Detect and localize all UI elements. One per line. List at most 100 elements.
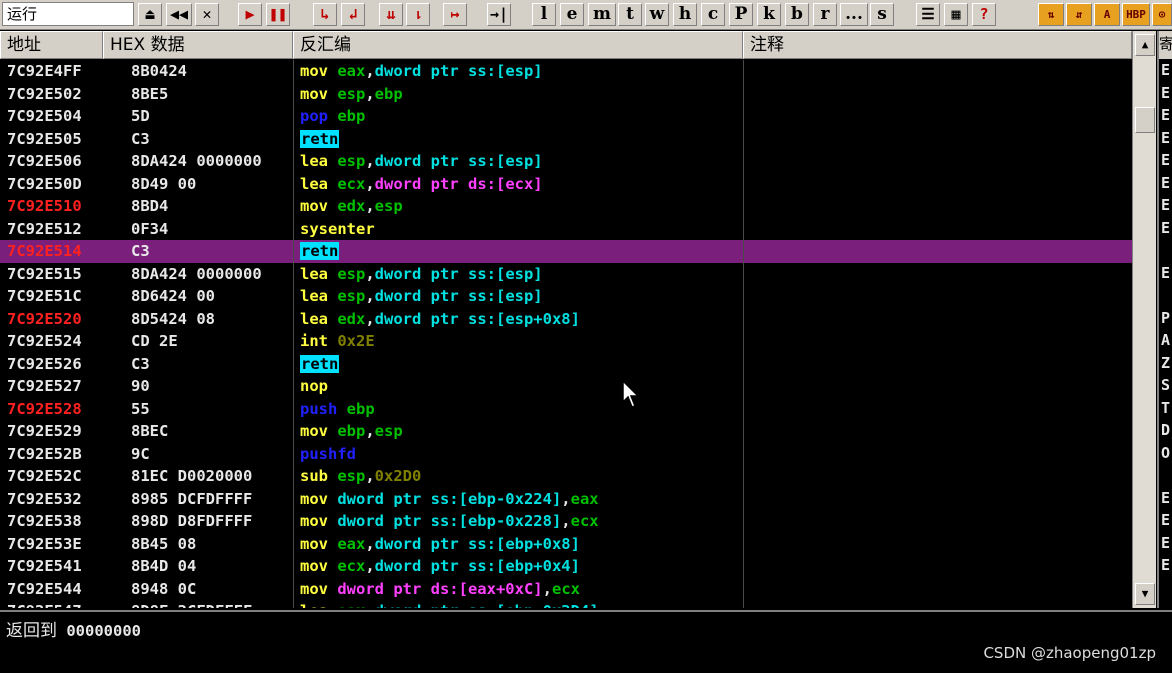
toolbar-button-28[interactable]: ⇵: [1066, 3, 1092, 26]
toolbar-button-19[interactable]: k: [757, 3, 781, 26]
toolbar: 运行 ⏏ ◀◀ ✕ ▶ ❚❚ ↳ ↲ ⇊ ⇂ ↦ →| l e m t w h c Pk b r... s ☰ ▦? ⇅ ⇵ A HB…: [0, 0, 1172, 30]
asm-token: mov: [300, 197, 338, 215]
table-row[interactable]: 7C92E544 8948 0C mov dword ptr ds:[eax+0xC…: [0, 578, 1132, 601]
toolbar-button-2[interactable]: ✕: [195, 3, 219, 26]
row-disasm: retn: [300, 240, 740, 262]
table-row[interactable]: 7C92E504 5D pop ebp: [0, 105, 1132, 128]
scroll-down-icon[interactable]: ▼: [1135, 583, 1155, 605]
register-letter: E: [1161, 83, 1171, 102]
toolbar-button-7[interactable]: ⇊: [379, 3, 403, 26]
toolbar-button-8[interactable]: ⇂: [406, 3, 430, 26]
row-disasm: lea esp,dword ptr ss:[esp]: [300, 285, 740, 307]
asm-token: ,: [542, 579, 552, 598]
table-row[interactable]: 7C92E532 8985 DCFDFFFF mov dword ptr ss:[e…: [0, 488, 1132, 511]
asm-token: ,: [365, 174, 375, 193]
row-address: 7C92E505: [7, 129, 82, 148]
row-disasm: lea esp,dword ptr ss:[esp]: [300, 263, 740, 285]
row-hex: 8B0424: [131, 62, 187, 80]
column-header-hex[interactable]: HEX 数据: [103, 31, 293, 59]
disassembly-grid[interactable]: 7C92E4FF 8B0424 mov eax,dword ptr ss:[esp]…: [0, 60, 1132, 608]
scroll-up-icon[interactable]: ▲: [1135, 34, 1155, 56]
row-address: 7C92E520: [7, 309, 82, 328]
asm-token: 0x2D0: [374, 467, 422, 485]
toolbar-button-20[interactable]: b: [785, 3, 809, 26]
row-hex: 8D5424 08: [131, 309, 215, 328]
column-header-address[interactable]: 地址: [0, 31, 103, 59]
table-row[interactable]: 7C92E52C 81EC D0020000 sub esp,0x2D0: [0, 465, 1132, 488]
toolbar-button-10[interactable]: →|: [487, 3, 511, 26]
table-row[interactable]: 7C92E53E 8B45 08 mov eax,dword ptr ss:[ebp…: [0, 533, 1132, 556]
toolbar-button-31[interactable]: ⊙: [1152, 3, 1172, 26]
asm-token: mov: [300, 489, 338, 508]
asm-token: ,: [365, 264, 375, 283]
asm-token: ecx: [570, 512, 599, 530]
asm-token: retn: [300, 242, 340, 260]
asm-token: lea: [300, 264, 338, 283]
toolbar-button-3[interactable]: ▶: [238, 3, 262, 26]
toolbar-button-22[interactable]: ...: [840, 3, 868, 26]
toolbar-button-1[interactable]: ◀◀: [166, 3, 192, 26]
row-disasm: mov esp,ebp: [300, 83, 740, 105]
toolbar-button-23[interactable]: s: [870, 3, 894, 26]
toolbar-button-6[interactable]: ↲: [341, 3, 365, 26]
table-row[interactable]: 7C92E538 898D D8FDFFFF mov dword ptr ss:[e…: [0, 510, 1132, 533]
table-row[interactable]: 7C92E50D 8D49 00 lea ecx,dword ptr ds:[ecx…: [0, 173, 1132, 196]
asm-token: ,: [365, 467, 375, 485]
toolbar-button-11[interactable]: l: [532, 3, 556, 26]
table-row[interactable]: 7C92E510 8BD4 mov edx,esp: [0, 195, 1132, 218]
row-hex: 81EC D0020000: [131, 467, 253, 485]
table-row[interactable]: 7C92E51C 8D6424 00 lea esp,dword ptr ss:[e…: [0, 285, 1132, 308]
toolbar-button-4[interactable]: ❚❚: [266, 3, 290, 26]
toolbar-button-30[interactable]: HBP: [1122, 3, 1150, 26]
asm-token: ,: [365, 152, 375, 170]
table-row[interactable]: 7C92E515 8DA424 0000000 lea esp,dword ptr …: [0, 263, 1132, 286]
table-row[interactable]: 7C92E527 90 nop: [0, 375, 1132, 398]
toolbar-button-15[interactable]: w: [645, 3, 669, 26]
asm-token: ecx: [337, 174, 366, 193]
table-row[interactable]: 7C92E505 C3 retn: [0, 128, 1132, 151]
toolbar-button-5[interactable]: ↳: [313, 3, 337, 26]
table-row[interactable]: 7C92E502 8BE5 mov esp,ebp: [0, 83, 1132, 106]
table-row[interactable]: 7C92E514 C3 retn: [0, 240, 1132, 263]
table-row[interactable]: 7C92E512 0F34 sysenter: [0, 218, 1132, 241]
register-letter: T: [1161, 398, 1171, 417]
toolbar-button-26[interactable]: ?: [972, 3, 996, 26]
toolbar-button-21[interactable]: r: [813, 3, 837, 26]
toolbar-button-27[interactable]: ⇅: [1038, 3, 1064, 26]
table-row[interactable]: 7C92E547 8D8F 2CFDFFFF lea eax,dword ptr s…: [0, 600, 1132, 608]
table-row[interactable]: 7C92E506 8DA424 0000000 lea esp,dword ptr …: [0, 150, 1132, 173]
asm-token: ebp: [346, 399, 375, 418]
row-address: 7C92E504: [7, 107, 82, 125]
toolbar-button-16[interactable]: h: [673, 3, 697, 26]
toolbar-button-14[interactable]: t: [618, 3, 642, 26]
column-header-comment[interactable]: 注释: [743, 31, 1132, 59]
table-row[interactable]: 7C92E529 8BEC mov ebp,esp: [0, 420, 1132, 443]
registers-header: 寄: [1159, 31, 1172, 59]
toolbar-button-0[interactable]: ⏏: [138, 3, 162, 26]
register-letter: E: [1161, 151, 1171, 169]
table-row[interactable]: 7C92E52B 9C pushfd: [0, 443, 1132, 466]
row-disasm: mov dword ptr ss:[ebp-0x228],ecx: [300, 510, 740, 532]
toolbar-button-12[interactable]: e: [560, 3, 584, 26]
table-row[interactable]: 7C92E528 55 push ebp: [0, 398, 1132, 421]
toolbar-button-25[interactable]: ▦: [944, 3, 968, 26]
vertical-scrollbar[interactable]: ▲ ▼: [1132, 31, 1156, 608]
toolbar-button-18[interactable]: P: [729, 3, 753, 26]
table-row[interactable]: 7C92E541 8B4D 04 mov ecx,dword ptr ss:[ebp…: [0, 555, 1132, 578]
toolbar-button-29[interactable]: A: [1094, 3, 1120, 26]
row-address: 7C92E515: [7, 264, 82, 283]
table-row[interactable]: 7C92E524 CD 2E int 0x2E: [0, 330, 1132, 353]
table-row[interactable]: 7C92E526 C3 retn: [0, 353, 1132, 376]
toolbar-button-17[interactable]: c: [701, 3, 725, 26]
table-row[interactable]: 7C92E4FF 8B0424 mov eax,dword ptr ss:[esp]: [0, 60, 1132, 83]
register-letter: D: [1161, 421, 1171, 439]
toolbar-button-24[interactable]: ☰: [916, 3, 940, 26]
toolbar-button-9[interactable]: ↦: [443, 3, 467, 26]
scroll-thumb[interactable]: [1135, 107, 1155, 133]
toolbar-button-13[interactable]: m: [588, 3, 616, 26]
row-disasm: mov eax,dword ptr ss:[esp]: [300, 60, 740, 82]
column-header-disasm[interactable]: 反汇编: [293, 31, 743, 59]
table-row[interactable]: 7C92E520 8D5424 08 lea edx,dword ptr ss:[e…: [0, 308, 1132, 331]
registers-panel-edge: 寄 EEEEEEEEEPAZSTDOEEEE: [1157, 31, 1172, 608]
asm-token: lea: [300, 309, 338, 328]
